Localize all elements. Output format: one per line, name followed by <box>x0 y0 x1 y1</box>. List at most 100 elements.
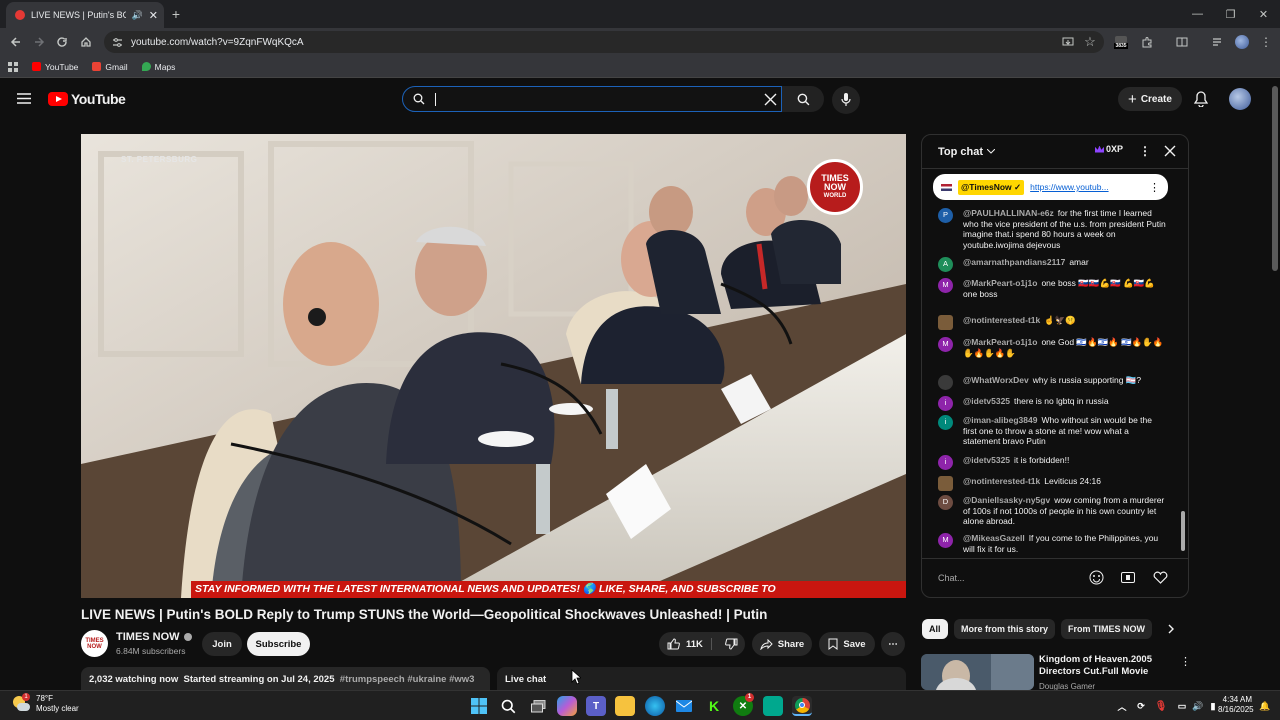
chat-author[interactable]: @idetv5325 <box>963 396 1010 406</box>
chrome-app-icon[interactable] <box>792 696 812 716</box>
save-button[interactable]: Save <box>819 632 875 656</box>
bookmark-gmail[interactable]: Gmail <box>92 62 128 72</box>
speaker-icon[interactable]: 🔊 <box>132 10 143 21</box>
pinned-message[interactable]: @TimesNow ✓ https://www.youtub... ⋮ <box>933 174 1168 200</box>
file-explorer-icon[interactable] <box>615 696 635 716</box>
super-chat-icon[interactable] <box>1121 572 1135 583</box>
avatar[interactable]: P <box>938 208 953 223</box>
chat-author[interactable]: @amarnathpandians2117 <box>963 257 1065 267</box>
description-box[interactable]: 2,032 watching now Started streaming on … <box>81 667 490 691</box>
copilot-app-icon[interactable] <box>557 696 577 716</box>
chat-author[interactable]: @MarkPeart-o1j1o <box>963 337 1037 347</box>
address-bar[interactable]: youtube.com/watch?v=9ZqnFWqKQcA <box>104 31 1104 53</box>
xbox-app-icon[interactable]: ✕ 1 <box>733 693 754 716</box>
system-clock[interactable]: 4:34 AM 8/16/2025 <box>1218 695 1254 715</box>
close-chat-icon[interactable] <box>1164 145 1176 157</box>
search-box[interactable] <box>402 86 782 112</box>
avatar[interactable]: M <box>938 337 953 352</box>
notifications-bell-icon[interactable] <box>1194 91 1208 107</box>
close-window-button[interactable]: ✕ <box>1247 0 1280 28</box>
edge-browser-icon[interactable] <box>645 696 665 716</box>
chevron-right-icon[interactable] <box>1168 624 1175 634</box>
apps-grid-icon[interactable] <box>8 61 18 72</box>
browser-tab[interactable]: LIVE NEWS | Putin's BOLD R 🔊 ✕ <box>6 2 164 28</box>
minimize-button[interactable]: — <box>1181 0 1214 28</box>
chat-scrollbar-thumb[interactable] <box>1181 511 1185 551</box>
avatar[interactable] <box>938 315 953 330</box>
microphone-in-use-icon[interactable]: 🎙 <box>1151 696 1171 716</box>
split-view-icon[interactable] <box>1174 34 1190 50</box>
pinned-menu-icon[interactable]: ⋮ <box>1149 181 1160 194</box>
avatar[interactable]: i <box>938 415 953 430</box>
dislike-button[interactable] <box>717 638 738 650</box>
subscribe-button[interactable]: Subscribe <box>247 632 310 656</box>
chat-scrollbar[interactable] <box>1180 171 1186 557</box>
chat-author[interactable]: @idetv5325 <box>963 455 1010 465</box>
close-tab-icon[interactable]: ✕ <box>149 9 158 22</box>
show-hidden-icons-chevron-icon[interactable]: ︿ <box>1112 696 1132 716</box>
related-video-thumbnail[interactable] <box>921 654 1034 690</box>
browser-menu-icon[interactable]: ⋮ <box>1258 34 1274 50</box>
clear-search-icon[interactable] <box>764 93 777 106</box>
avatar[interactable]: M <box>938 533 953 548</box>
whiteboard-app-icon[interactable] <box>763 696 783 716</box>
search-input[interactable] <box>435 92 754 106</box>
related-menu-icon[interactable]: ⋮ <box>1180 655 1191 668</box>
chip-from-times-now[interactable]: From TIMES NOW <box>1061 619 1152 639</box>
channel-name[interactable]: TIMES NOW <box>116 631 192 643</box>
reload-icon[interactable] <box>54 34 70 50</box>
start-button[interactable] <box>469 696 489 716</box>
kick-app-icon[interactable]: K <box>704 696 724 716</box>
maximize-button[interactable]: ❐ <box>1214 0 1247 28</box>
task-view-button[interactable] <box>528 696 548 716</box>
bookmark-star-icon[interactable]: ☆ <box>1082 34 1098 50</box>
search-button[interactable] <box>782 86 824 112</box>
hashtags[interactable]: #trumpspeech #ukraine #ww3 <box>340 674 475 685</box>
avatar[interactable]: A <box>938 257 953 272</box>
chat-input[interactable]: Chat... <box>938 569 1088 587</box>
forward-icon[interactable] <box>31 34 47 50</box>
new-tab-button[interactable]: + <box>168 7 184 23</box>
taskbar-search-button[interactable] <box>498 696 518 716</box>
chat-author[interactable]: @MikeasGazell <box>963 533 1025 543</box>
account-avatar[interactable] <box>1229 88 1251 110</box>
heart-icon[interactable] <box>1153 571 1168 584</box>
chat-author[interactable]: @Daniellsasky-ny5gv <box>963 495 1050 505</box>
mail-app-icon[interactable] <box>674 696 694 716</box>
related-video-title[interactable]: Kingdom of Heaven.2005 Directors Cut.Ful… <box>1039 654 1169 678</box>
profile-avatar-icon[interactable] <box>1234 34 1250 50</box>
back-icon[interactable] <box>8 34 24 50</box>
avatar[interactable]: D <box>938 495 953 510</box>
avatar[interactable]: i <box>938 455 953 470</box>
avatar[interactable] <box>938 375 953 390</box>
page-scrollbar-thumb[interactable] <box>1272 86 1278 271</box>
bookmark-youtube[interactable]: YouTube <box>32 62 78 72</box>
like-button[interactable]: 11K <box>667 638 712 650</box>
avatar[interactable] <box>938 476 953 491</box>
sync-icon[interactable]: ⟳ <box>1131 696 1151 716</box>
chat-author[interactable]: @MarkPeart-o1j1o <box>963 278 1037 288</box>
chat-author[interactable]: @WhatWorxDev <box>963 375 1029 385</box>
top-chat-dropdown[interactable]: Top chat <box>938 146 996 158</box>
install-app-icon[interactable] <box>1060 34 1076 50</box>
notification-bell-icon[interactable]: 🔔 <box>1255 696 1275 716</box>
hamburger-menu-icon[interactable] <box>17 93 31 104</box>
chat-author[interactable]: @PAULHALLINAN-e6z <box>963 208 1054 218</box>
create-button[interactable]: + Create <box>1118 87 1182 111</box>
home-icon[interactable] <box>78 34 94 50</box>
chat-author[interactable]: @iman-alibeg3849 <box>963 415 1037 425</box>
teams-app-icon[interactable]: T <box>586 696 606 716</box>
join-button[interactable]: Join <box>202 632 242 656</box>
site-info-icon[interactable] <box>112 37 123 48</box>
voice-search-button[interactable] <box>832 86 860 114</box>
share-button[interactable]: Share <box>752 632 812 656</box>
more-actions-button[interactable]: ⋯ <box>881 632 905 656</box>
chat-author[interactable]: @notinterested-t1k <box>963 476 1040 486</box>
bookmark-maps[interactable]: Maps <box>141 62 175 72</box>
media-controls-icon[interactable] <box>1210 34 1226 50</box>
youtube-logo[interactable]: YouTube <box>48 91 126 107</box>
extensions-puzzle-icon[interactable] <box>1139 34 1155 50</box>
live-chat-tab[interactable]: Live chat <box>497 667 906 691</box>
extension-counter-icon[interactable]: 3835 <box>1113 34 1129 50</box>
pinned-link[interactable]: https://www.youtub... <box>1030 182 1143 192</box>
